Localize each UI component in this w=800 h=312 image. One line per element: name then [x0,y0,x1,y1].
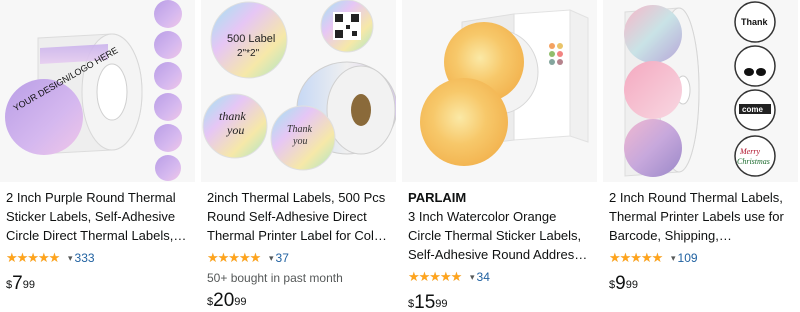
price-whole: 20 [213,290,235,311]
star-icon: ★★★★★ [207,249,261,265]
product-card[interactable]: Thank come Merry Christmas 2 Inch Round … [603,0,798,312]
price: $1599 [408,292,593,312]
image-count-text: 500 Label [227,33,275,45]
chevron-down-icon[interactable]: ▾ [671,253,676,264]
chevron-down-icon[interactable]: ▾ [269,253,274,264]
svg-text:Christmas: Christmas [737,157,770,166]
price: $2099 [207,290,392,312]
product-image[interactable] [402,0,597,182]
star-icon: ★★★★★ [6,249,60,265]
review-count[interactable]: 34 [477,270,490,284]
price-fraction: 99 [22,279,35,291]
price-fraction: 99 [435,298,448,310]
product-title[interactable]: 2 Inch Round Thermal Labels, Thermal Pri… [609,188,794,245]
star-icon: ★★★★★ [408,268,462,284]
product-image[interactable]: YOUR DESIGN/LOGO HERE [0,0,195,182]
price: $999 [609,273,794,296]
product-title[interactable]: 3 Inch Watercolor Orange Circle Thermal … [408,207,593,264]
review-count[interactable]: 37 [276,251,289,265]
price-symbol: $ [408,298,415,310]
svg-text:Thank: Thank [287,124,313,135]
price-whole: 7 [12,273,23,294]
price-fraction: 99 [625,279,638,291]
star-rating[interactable]: ★★★★★ ★★★★★ [609,249,669,265]
price: $799 [6,273,191,296]
product-title[interactable]: 2inch Thermal Labels, 500 Pcs Round Self… [207,188,392,245]
price-fraction: 99 [234,296,247,308]
rating-row: ★★★★★ ★★★★★ ▾ 34 [408,268,593,286]
product-title[interactable]: 2 Inch Purple Round Thermal Sticker Labe… [6,188,191,245]
price-symbol: $ [207,296,214,308]
image-size-text: 2"*2" [237,48,260,59]
chevron-down-icon[interactable]: ▾ [68,253,73,264]
product-card[interactable]: YOUR DESIGN/LOGO HERE 2 Inch Purple Roun… [0,0,195,312]
label-roll-image: Thank come Merry Christmas [603,0,798,182]
review-count[interactable]: 333 [75,251,95,265]
price-symbol: $ [609,279,616,291]
label-roll-image [402,0,597,182]
product-image[interactable]: Thank come Merry Christmas [603,0,798,182]
star-rating[interactable]: ★★★★★ ★★★★★ [408,268,468,284]
product-image[interactable]: 500 Label 2"*2" thank you Thank you [201,0,396,182]
chevron-down-icon[interactable]: ▾ [470,272,475,283]
star-rating[interactable]: ★★★★★ ★★★★★ [6,249,66,265]
product-card[interactable]: PARLAIM 3 Inch Watercolor Orange Circle … [402,0,597,312]
label-roll-image: 500 Label 2"*2" thank you Thank you [201,0,396,182]
star-icon: ★★★★★ [609,249,663,265]
rating-row: ★★★★★ ★★★★★ ▾ 109 [609,249,794,267]
star-rating[interactable]: ★★★★★ ★★★★★ [207,249,267,265]
svg-text:you: you [292,136,307,147]
svg-text:you: you [226,123,244,137]
label-roll-image: YOUR DESIGN/LOGO HERE [0,0,195,182]
rating-row: ★★★★★ ★★★★★ ▾ 37 [207,249,392,267]
product-card[interactable]: 500 Label 2"*2" thank you Thank you 2inc… [201,0,396,312]
svg-text:Merry: Merry [739,147,760,156]
svg-text:come: come [742,105,763,114]
bought-in-past-month: 50+ bought in past month [207,271,343,285]
price-symbol: $ [6,279,13,291]
svg-text:thank: thank [219,109,246,123]
price-whole: 15 [414,292,436,312]
price-whole: 9 [615,273,626,294]
review-count[interactable]: 109 [678,251,698,265]
brand-name: PARLAIM [408,190,467,205]
svg-text:Thank: Thank [741,17,768,27]
rating-row: ★★★★★ ★★★★★ ▾ 333 [6,249,191,267]
